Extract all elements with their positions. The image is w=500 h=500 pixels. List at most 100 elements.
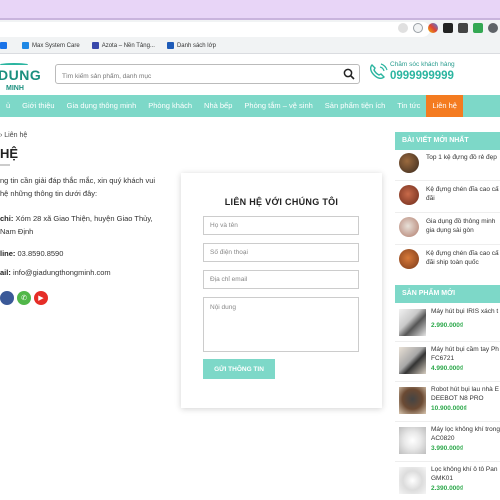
product-thumbnail	[399, 347, 426, 374]
divider	[395, 244, 500, 245]
post-thumbnail	[399, 153, 419, 173]
latest-posts-list: Top 1 kệ đựng đồ rẻ đẹp Kệ đựng chén đĩa…	[395, 150, 500, 275]
hotline-info-value[interactable]: 03.8590.8590	[18, 249, 64, 258]
product-name: Robot hút bụi lau nhà E DEEBOT N8 PRO	[431, 386, 499, 402]
intro-line: ng tin cần giải đáp thắc mắc, xin quý kh…	[0, 176, 156, 185]
post-item[interactable]: Kệ đựng chén đĩa cao cấ đãi ship toàn quố…	[395, 246, 500, 274]
product-price: 4.990.000₫	[431, 365, 464, 372]
hotline-info: line: 03.8590.8590	[0, 248, 170, 260]
post-title: Gia dụng đồ thông minh gia dụng sài gòn	[426, 218, 496, 234]
bookmarks-bar: Max System Care Azota – Nền Tảng... Danh…	[0, 38, 500, 54]
name-field[interactable]	[203, 216, 359, 235]
nav-item-contact[interactable]: Liên hệ	[426, 95, 463, 117]
latest-posts-heading: BÀI VIẾT MỚI NHẤT	[395, 132, 500, 150]
divider	[395, 461, 500, 462]
nav-item-living-room[interactable]: Phòng khách	[142, 95, 198, 117]
page-title: HỆ	[0, 146, 19, 161]
extension-box-icon[interactable]	[458, 23, 468, 33]
nav-item-about[interactable]: Giới thiệu	[16, 95, 60, 117]
product-thumbnail	[399, 427, 426, 454]
search-bar	[55, 64, 360, 86]
divider	[395, 212, 500, 213]
form-title: LIÊN HỆ VỚI CHÚNG TÔI	[224, 197, 339, 207]
divider	[395, 341, 500, 342]
email-info-label: ail:	[0, 268, 11, 277]
address-label: chỉ:	[0, 214, 14, 223]
bookmark-icon	[166, 42, 174, 49]
contact-form: LIÊN HỆ VỚI CHÚNG TÔI GỬI THÔNG TIN	[181, 173, 382, 408]
intro-text: ng tin cần giải đáp thắc mắc, xin quý kh…	[0, 174, 165, 200]
message-field[interactable]	[203, 297, 359, 352]
post-title: Kệ đựng chén đĩa cao cấ đãi	[426, 186, 499, 202]
product-name: Lọc không khí ô tô Pan GMK01	[431, 466, 498, 482]
product-thumbnail	[399, 387, 426, 414]
post-item[interactable]: Top 1 kệ đựng đồ rẻ đẹp	[395, 150, 500, 178]
divider	[395, 421, 500, 422]
product-name: Máy lọc không khí trong AC0820	[431, 426, 500, 442]
address-value-2: Nam Định	[0, 227, 34, 236]
post-thumbnail	[399, 185, 419, 205]
product-item[interactable]: Máy hút bụi cầm tay Ph FC6721 4.990.000₫	[395, 343, 500, 381]
main-nav: ủ Giới thiệu Gia dụng thông minh Phòng k…	[0, 95, 500, 117]
post-thumbnail	[399, 249, 419, 269]
share-icon[interactable]	[398, 23, 408, 33]
logo-swoosh	[0, 63, 28, 66]
site-logo[interactable]: DUNG MINH	[0, 63, 41, 95]
nav-item-utility[interactable]: Sản phẩm tiện ích	[319, 95, 391, 117]
phone-field[interactable]	[203, 243, 359, 262]
product-item[interactable]: Robot hút bụi lau nhà E DEEBOT N8 PRO 10.…	[395, 383, 500, 421]
bookmark-icon	[91, 42, 99, 49]
product-price: 10.900.000₫	[431, 405, 467, 412]
youtube-icon[interactable]: ▶	[34, 291, 48, 305]
divider	[395, 381, 500, 382]
product-name: Máy hút bụi IRIS xách t	[431, 308, 499, 315]
title-divider	[0, 164, 10, 166]
latest-posts-widget: BÀI VIẾT MỚI NHẤT	[395, 132, 500, 150]
nav-item-kitchen[interactable]: Nhà bếp	[198, 95, 238, 117]
browser-top-band	[0, 0, 500, 18]
submit-button[interactable]: GỬI THÔNG TIN	[203, 359, 275, 379]
post-item[interactable]: Kệ đựng chén đĩa cao cấ đãi	[395, 182, 500, 210]
hotline-phone[interactable]: 0999999999	[390, 70, 454, 82]
search-icon[interactable]	[343, 68, 355, 80]
new-products-list: Máy hút bụi IRIS xách t 2.990.000₫ Máy h…	[395, 305, 500, 500]
extension-dark-icon[interactable]	[443, 23, 453, 33]
bookmark-item[interactable]: Max System Care	[22, 42, 80, 49]
post-title: Top 1 kệ đựng đồ rẻ đẹp	[426, 154, 497, 161]
post-thumbnail	[399, 217, 419, 237]
logo-main-text: DUNG	[0, 67, 42, 83]
extension-icons	[398, 23, 498, 33]
address-value: Xóm 28 xã Giao Thiện, huyện Giao Thủy,	[15, 214, 153, 223]
bookmark-item[interactable]	[0, 42, 10, 49]
product-item[interactable]: Máy lọc không khí trong AC0820 3.990.000₫	[395, 423, 500, 461]
nav-item-home[interactable]: ủ	[0, 95, 16, 117]
breadcrumb[interactable]: › Liên hệ	[0, 132, 27, 139]
puzzle-icon[interactable]	[488, 23, 498, 33]
product-item[interactable]: Lọc không khí ô tô Pan GMK01 2.390.000₫	[395, 463, 500, 500]
product-thumbnail	[399, 467, 426, 494]
address-bar[interactable]	[0, 22, 430, 37]
post-title: Kệ đựng chén đĩa cao cấ đãi ship toàn quố…	[426, 250, 499, 266]
browser-toolbar: ⊶	[0, 20, 500, 38]
product-item[interactable]: Máy hút bụi IRIS xách t 2.990.000₫	[395, 305, 500, 343]
facebook-icon[interactable]	[0, 291, 14, 305]
nav-item-news[interactable]: Tin tức	[391, 95, 426, 117]
extension-green-icon[interactable]	[473, 23, 483, 33]
address-info-line2: Nam Định	[0, 226, 170, 238]
search-input[interactable]	[56, 67, 326, 86]
bookmark-item[interactable]: Danh sách lớp	[166, 42, 216, 49]
nav-item-smart-home[interactable]: Gia dụng thông minh	[61, 95, 143, 117]
nav-item-bathroom[interactable]: Phòng tắm – vệ sinh	[238, 95, 318, 117]
email-info-value[interactable]: info@giadungthongminh.com	[13, 268, 111, 277]
post-item[interactable]: Gia dụng đồ thông minh gia dụng sài gòn	[395, 214, 500, 242]
bookmark-icon	[22, 42, 29, 49]
star-icon[interactable]	[413, 23, 423, 33]
phone-call-icon[interactable]: ✆	[17, 291, 31, 305]
product-price: 3.990.000₫	[431, 445, 464, 452]
email-field[interactable]	[203, 270, 359, 289]
extension-color-icon[interactable]	[428, 23, 438, 33]
phone-icon	[369, 63, 388, 80]
new-products-widget: SẢN PHẨM MỚI	[395, 285, 500, 303]
bookmark-item[interactable]: Azota – Nền Tảng...	[91, 42, 155, 49]
customer-care-label: Chăm sóc khách hàng	[390, 61, 455, 68]
